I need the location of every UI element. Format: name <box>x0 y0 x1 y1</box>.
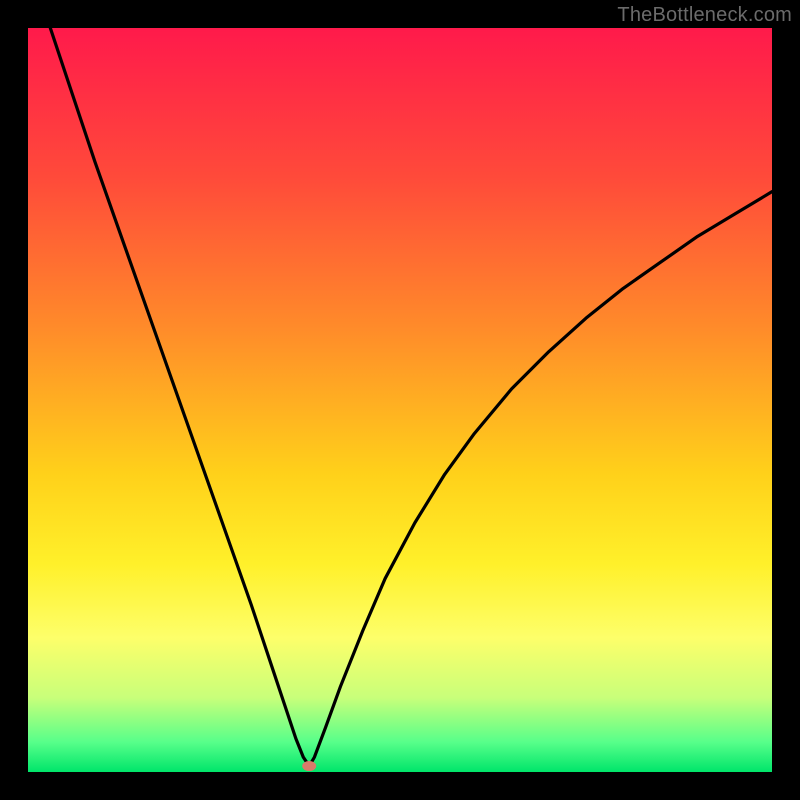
minimum-marker <box>302 761 316 771</box>
gradient-background <box>28 28 772 772</box>
chart-frame <box>28 28 772 772</box>
watermark-text: TheBottleneck.com <box>617 4 792 27</box>
bottleneck-chart <box>28 28 772 772</box>
